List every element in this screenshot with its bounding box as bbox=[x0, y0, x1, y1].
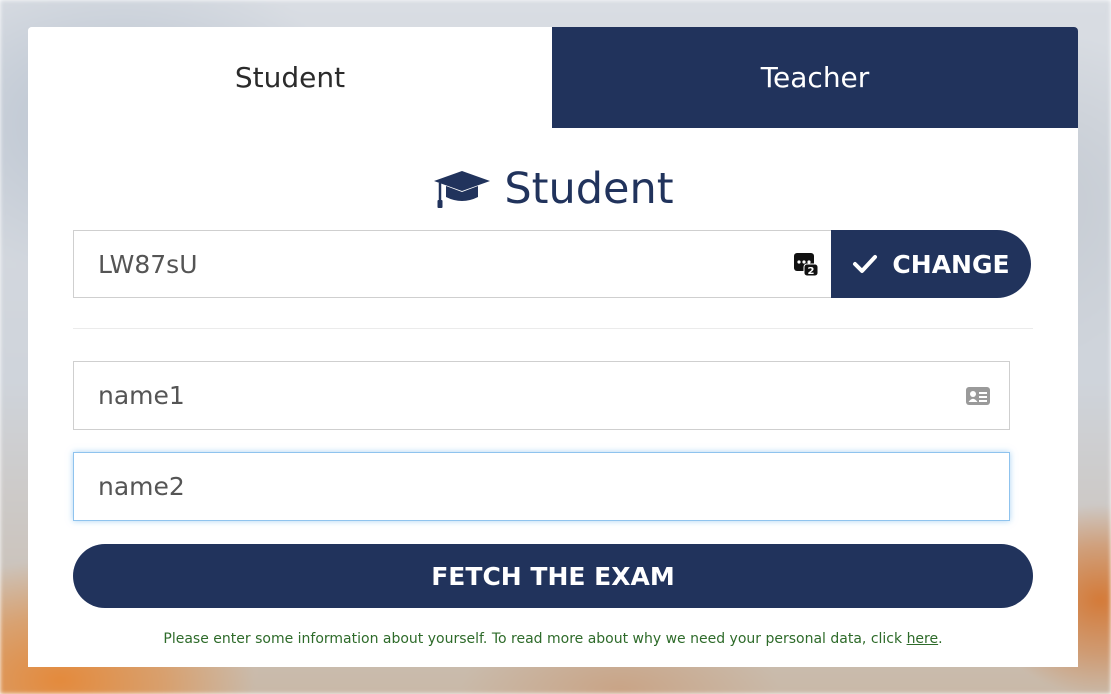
first-name-field[interactable] bbox=[73, 361, 1010, 430]
divider bbox=[73, 328, 1033, 329]
role-tabs: Student Teacher bbox=[28, 27, 1078, 128]
privacy-note-suffix: . bbox=[938, 631, 943, 647]
last-name-input[interactable] bbox=[98, 453, 846, 520]
check-icon bbox=[853, 255, 878, 273]
code-icon: 2 bbox=[794, 253, 819, 277]
svg-text:2: 2 bbox=[808, 266, 815, 277]
privacy-note-text: Please enter some information about your… bbox=[163, 631, 907, 647]
tab-teacher[interactable]: Teacher bbox=[552, 27, 1078, 128]
exam-code-field[interactable]: 2 bbox=[73, 230, 831, 298]
page-title: Student bbox=[28, 157, 1078, 221]
page-title-text: Student bbox=[504, 164, 674, 214]
privacy-note: Please enter some information about your… bbox=[28, 631, 1078, 647]
last-name-field[interactable] bbox=[73, 452, 1010, 521]
exam-code-input[interactable] bbox=[98, 231, 704, 297]
graduation-cap-icon bbox=[434, 171, 491, 208]
login-card: Student Teacher Student 2 CHANGE bbox=[28, 27, 1078, 667]
fetch-exam-button-label: FETCH THE EXAM bbox=[431, 561, 675, 591]
first-name-input[interactable] bbox=[98, 362, 846, 429]
tab-student[interactable]: Student bbox=[28, 27, 552, 128]
id-card-icon bbox=[966, 386, 990, 405]
change-button-label: CHANGE bbox=[892, 249, 1010, 279]
fetch-exam-button[interactable]: FETCH THE EXAM bbox=[73, 544, 1033, 608]
privacy-link[interactable]: here bbox=[907, 631, 939, 647]
change-button[interactable]: CHANGE bbox=[831, 230, 1031, 298]
